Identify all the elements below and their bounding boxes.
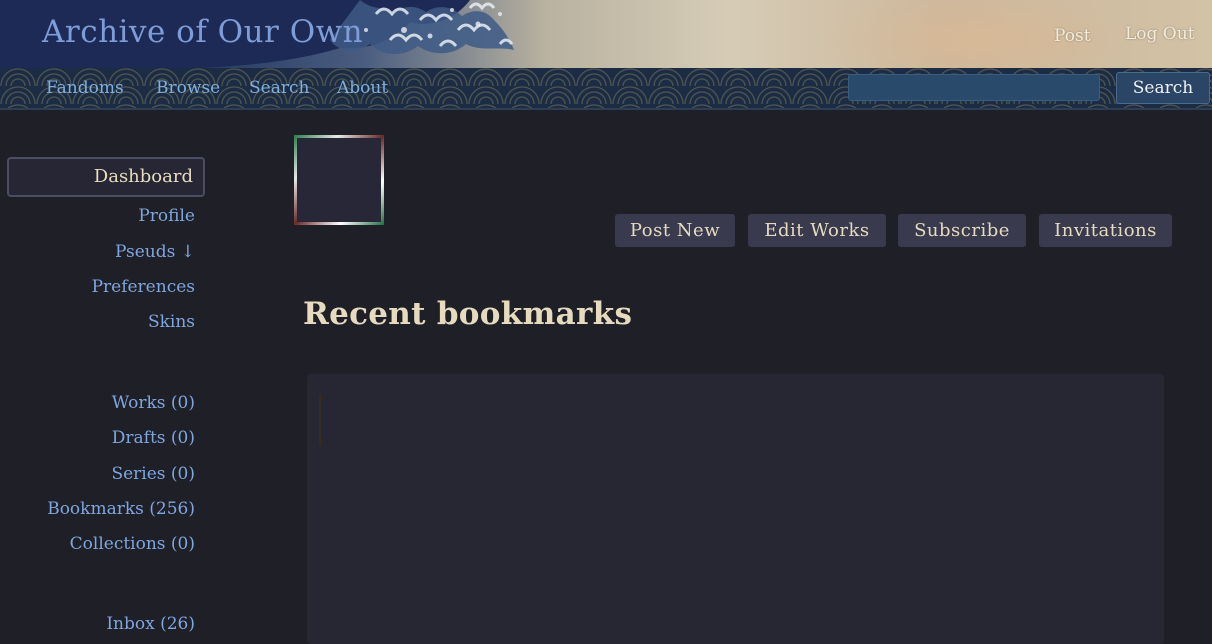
dashboard-sidebar: Dashboard Profile Pseuds ↓ Preferences S…: [0, 108, 210, 634]
sidebar-item-inbox[interactable]: Inbox (26): [106, 614, 195, 634]
sidebar-item-pseuds[interactable]: Pseuds ↓: [115, 242, 195, 262]
nav-item-browse[interactable]: Browse: [156, 78, 220, 98]
log-out-link[interactable]: Log Out: [1125, 24, 1195, 44]
sidebar-item-profile[interactable]: Profile: [138, 206, 195, 226]
sidebar-item-series[interactable]: Series (0): [111, 464, 195, 484]
site-title-link[interactable]: Archive of Our Own: [42, 14, 363, 50]
nav-item-about[interactable]: About: [337, 78, 388, 98]
sidebar-item-works[interactable]: Works (0): [112, 393, 195, 413]
sidebar-item-preferences[interactable]: Preferences: [92, 277, 195, 297]
subscribe-button[interactable]: Subscribe: [898, 214, 1026, 247]
sidebar-item-dashboard[interactable]: Dashboard: [7, 157, 205, 197]
search-input[interactable]: [848, 74, 1100, 101]
header-banner: Archive of Our Own Post Log Out: [0, 0, 1212, 68]
post-new-button[interactable]: Post New: [615, 214, 735, 247]
sidebar-item-skins[interactable]: Skins: [148, 312, 195, 332]
recent-bookmarks-list: [307, 374, 1164, 644]
nav-item-search[interactable]: Search: [249, 78, 309, 98]
user-avatar[interactable]: [294, 135, 384, 225]
primary-navigation: Fandoms Browse Search About Search: [0, 68, 1212, 110]
sidebar-item-collections[interactable]: Collections (0): [70, 534, 195, 554]
sidebar-item-drafts[interactable]: Drafts (0): [112, 428, 195, 448]
invitations-button[interactable]: Invitations: [1039, 214, 1172, 247]
list-divider: [319, 394, 321, 446]
edit-works-button[interactable]: Edit Works: [748, 214, 886, 247]
post-link[interactable]: Post: [1054, 26, 1091, 46]
nav-item-fandoms[interactable]: Fandoms: [46, 78, 124, 98]
search-button[interactable]: Search: [1116, 72, 1210, 104]
recent-bookmarks-heading: Recent bookmarks: [303, 296, 633, 332]
sidebar-item-bookmarks[interactable]: Bookmarks (256): [47, 499, 195, 519]
